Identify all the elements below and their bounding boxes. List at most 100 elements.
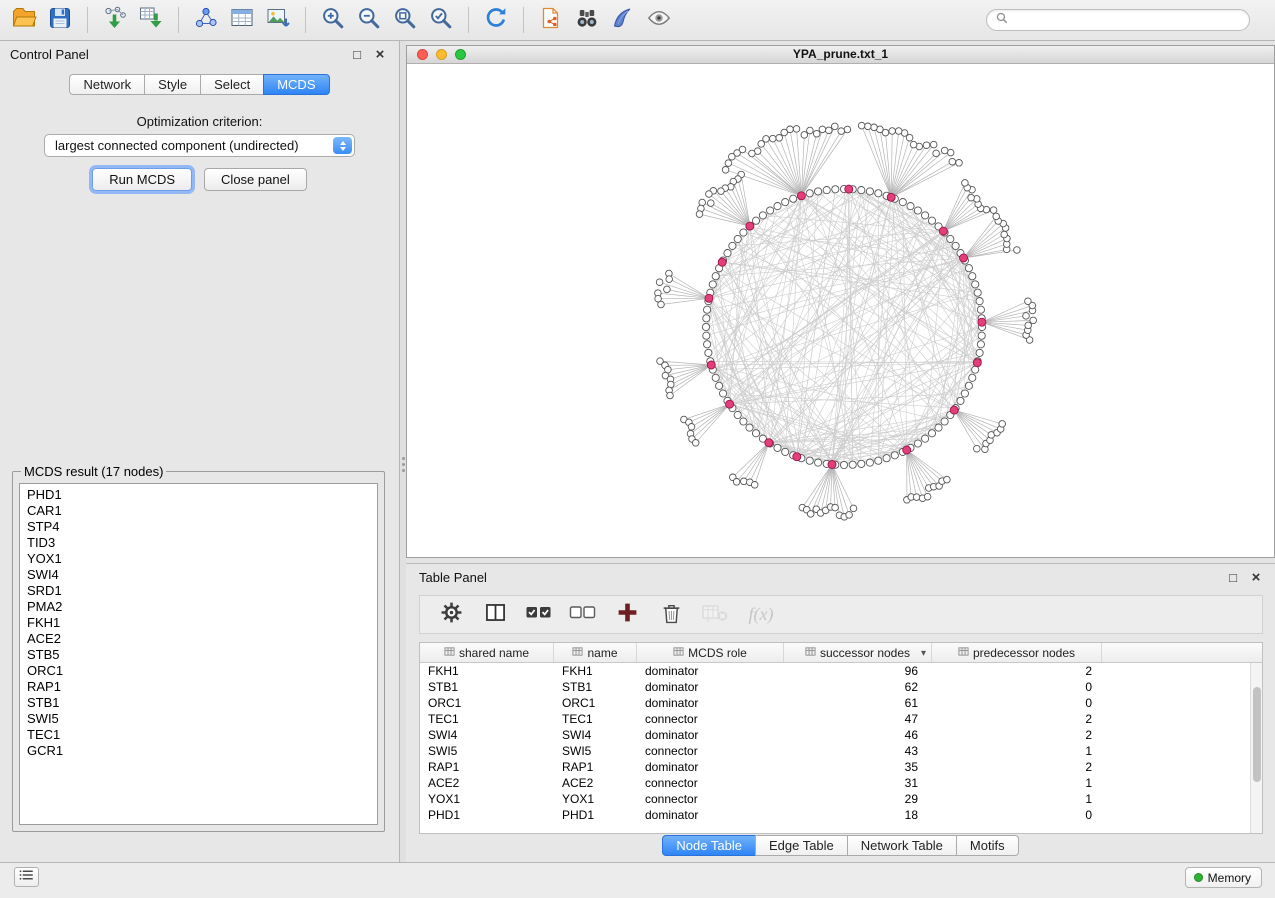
main-toolbar-items	[6, 0, 677, 40]
table-row[interactable]: ACE2ACE2connector311	[420, 775, 1262, 791]
mcds-result-item[interactable]: SWI5	[27, 711, 377, 727]
table-row[interactable]: SWI4SWI4dominator462	[420, 727, 1262, 743]
table-scrollbar-thumb[interactable]	[1253, 687, 1261, 782]
columns-icon	[484, 601, 507, 629]
zoom-sel-icon	[428, 5, 454, 36]
window-zoom-button[interactable]	[455, 49, 466, 60]
save-session-button[interactable]	[42, 4, 78, 36]
table-panel-float-icon[interactable]	[1226, 570, 1240, 584]
export-image-button[interactable]	[260, 4, 296, 36]
attribute-icon	[673, 646, 684, 660]
criterion-selected-value: largest connected component (undirected)	[55, 138, 299, 153]
mcds-result-item[interactable]: RAP1	[27, 679, 377, 695]
toolbar-separator	[87, 7, 88, 33]
table-row[interactable]: RAP1RAP1dominator352	[420, 759, 1262, 775]
mcds-result-item[interactable]: TID3	[27, 535, 377, 551]
tab-network[interactable]: Network	[69, 74, 145, 95]
tab-motifs[interactable]: Motifs	[956, 835, 1019, 856]
select-all-rows-button[interactable]	[524, 600, 554, 630]
mcds-result-item[interactable]: SWI4	[27, 567, 377, 583]
network-window-titlebar[interactable]: YPA_prune.txt_1	[407, 46, 1274, 64]
run-mcds-button[interactable]: Run MCDS	[92, 168, 192, 191]
apply-style-button[interactable]	[605, 4, 641, 36]
mcds-result-item[interactable]: FKH1	[27, 615, 377, 631]
table-options-button[interactable]	[436, 600, 466, 630]
mcds-result-item[interactable]: TEC1	[27, 727, 377, 743]
close-panel-button[interactable]: Close panel	[204, 168, 307, 191]
mcds-result-item[interactable]: STB1	[27, 695, 377, 711]
criterion-select[interactable]: largest connected component (undirected)	[44, 134, 355, 157]
open-session-button[interactable]	[6, 4, 42, 36]
zoom-in-button[interactable]	[315, 4, 351, 36]
control-panel-title: Control Panel	[10, 47, 89, 62]
tab-network-table[interactable]: Network Table	[847, 835, 957, 856]
table-row[interactable]: YOX1YOX1connector291	[420, 791, 1262, 807]
search-input[interactable]	[1013, 13, 1241, 28]
table-cell: SWI4	[554, 728, 637, 742]
table-row[interactable]: TEC1TEC1connector472	[420, 711, 1262, 727]
show-columns-button[interactable]	[480, 600, 510, 630]
import-table-from-file-button[interactable]	[133, 4, 169, 36]
table-row[interactable]: PHD1PHD1dominator180	[420, 807, 1262, 823]
deselect-all-rows-button[interactable]	[568, 600, 598, 630]
float-panel-icon[interactable]	[350, 47, 364, 61]
column-header-predecessor-nodes[interactable]: predecessor nodes	[932, 643, 1102, 662]
doc-share-icon	[538, 5, 564, 36]
new-network-button[interactable]	[188, 4, 224, 36]
memory-button[interactable]: Memory	[1185, 867, 1262, 888]
window-minimize-button[interactable]	[436, 49, 447, 60]
net-image-icon	[265, 5, 291, 36]
table-scrollbar[interactable]	[1250, 663, 1262, 833]
show-panels-button[interactable]	[14, 867, 39, 887]
create-column-button[interactable]	[612, 600, 642, 630]
mcds-result-item[interactable]: CAR1	[27, 503, 377, 519]
search-icon	[995, 11, 1009, 30]
tab-mcds[interactable]: MCDS	[263, 74, 329, 95]
control-panel-header: Control Panel	[10, 47, 389, 65]
mcds-result-list[interactable]: PHD1CAR1STP4TID3YOX1SWI4SRD1PMA2FKH1ACE2…	[19, 483, 378, 825]
first-neighbors-button[interactable]	[569, 4, 605, 36]
zoom-fit-button[interactable]	[387, 4, 423, 36]
show-hide-graphics-button[interactable]	[641, 4, 677, 36]
refresh-view-button[interactable]	[478, 4, 514, 36]
table-panel-close-icon[interactable]	[1249, 570, 1263, 584]
splitter-grip-icon	[402, 451, 405, 477]
tab-edge-table[interactable]: Edge Table	[755, 835, 848, 856]
table-row[interactable]: SWI5SWI5connector431	[420, 743, 1262, 759]
zoom-out-button[interactable]	[351, 4, 387, 36]
delete-columns-button[interactable]	[656, 600, 686, 630]
mcds-result-item[interactable]: PHD1	[27, 487, 377, 503]
toolbar-separator	[178, 7, 179, 33]
search-field[interactable]	[986, 9, 1250, 31]
column-header-shared-name[interactable]: shared name	[420, 643, 554, 662]
mcds-result-item[interactable]: ACE2	[27, 631, 377, 647]
window-close-button[interactable]	[417, 49, 428, 60]
table-cell: 2	[932, 728, 1102, 742]
mcds-result-item[interactable]: GCR1	[27, 743, 377, 759]
column-header-MCDS-role[interactable]: MCDS role	[637, 643, 784, 662]
mcds-result-item[interactable]: SRD1	[27, 583, 377, 599]
new-network-table-button[interactable]	[224, 4, 260, 36]
toolbar-separator	[305, 7, 306, 33]
mcds-result-item[interactable]: PMA2	[27, 599, 377, 615]
table-row[interactable]: FKH1FKH1dominator962	[420, 663, 1262, 679]
mcds-result-item[interactable]: YOX1	[27, 551, 377, 567]
mcds-result-item[interactable]: STB5	[27, 647, 377, 663]
close-panel-icon[interactable]	[373, 47, 387, 61]
table-cell: PHD1	[554, 808, 637, 822]
table-cell: 96	[784, 664, 932, 678]
tab-select[interactable]: Select	[200, 74, 264, 95]
column-header-successor-nodes[interactable]: successor nodes	[784, 643, 932, 662]
table-row[interactable]: ORC1ORC1dominator610	[420, 695, 1262, 711]
tab-node-table[interactable]: Node Table	[662, 835, 756, 856]
tab-style[interactable]: Style	[144, 74, 201, 95]
column-header-name[interactable]: name	[554, 643, 637, 662]
zoom-selected-button[interactable]	[423, 4, 459, 36]
mcds-result-item[interactable]: STP4	[27, 519, 377, 535]
table-row[interactable]: STB1STB1dominator620	[420, 679, 1262, 695]
toolbar-separator	[468, 7, 469, 33]
import-network-from-file-button[interactable]	[97, 4, 133, 36]
clone-network-button[interactable]	[533, 4, 569, 36]
mcds-result-item[interactable]: ORC1	[27, 663, 377, 679]
network-canvas[interactable]	[407, 64, 1274, 557]
